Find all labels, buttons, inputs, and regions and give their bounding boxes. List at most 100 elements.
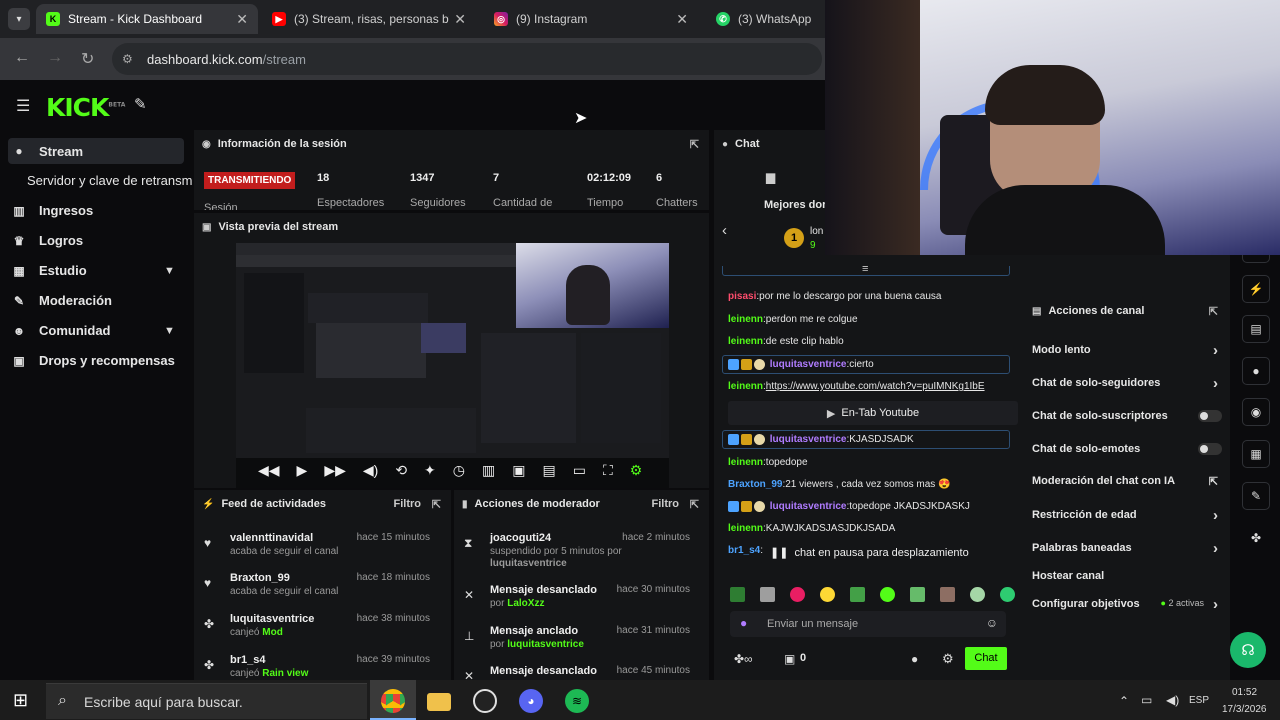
spotify-icon[interactable]: ≋ [565, 689, 589, 713]
action-emotes-only[interactable]: Chat de solo-emotes [1032, 443, 1222, 455]
play-icon[interactable]: ▶ [297, 462, 308, 479]
loop-icon[interactable]: ⟲ [395, 462, 407, 479]
emote-icon[interactable] [910, 587, 925, 602]
wrench-icon[interactable]: ✎ [1242, 482, 1270, 510]
file-explorer-icon[interactable] [427, 693, 451, 711]
settings-icon[interactable]: ⚙ [942, 651, 954, 667]
tab-kick-dashboard[interactable]: K Stream - Kick Dashboard ✕ [36, 4, 258, 34]
close-icon[interactable]: ✕ [236, 11, 248, 28]
windows-start-icon[interactable]: ⊞ [13, 690, 28, 711]
popout-icon[interactable]: ⇱ [432, 498, 441, 511]
chat-bubble-icon[interactable]: ● [911, 652, 918, 666]
emote-icon[interactable] [760, 587, 775, 602]
clock-date[interactable]: 17/3/2026 [1222, 704, 1267, 715]
action-host-channel[interactable]: Hostear canal [1032, 570, 1222, 582]
broadcast-icon[interactable]: ◉ [1242, 398, 1270, 426]
toggle-switch[interactable] [1198, 443, 1222, 455]
emoji-icon[interactable]: ☺ [986, 616, 998, 630]
effects-icon[interactable]: ✦ [424, 462, 436, 479]
tab-whatsapp[interactable]: ✆ (3) WhatsApp [706, 4, 825, 34]
filter-button[interactable]: Filtro [394, 498, 422, 510]
action-goals[interactable]: Configurar objetivos ● 2 activas › [1032, 596, 1222, 613]
popout-icon[interactable]: ⇱ [690, 498, 699, 511]
note-icon[interactable]: ▤ [1242, 315, 1270, 343]
chrome-icon[interactable] [381, 689, 405, 713]
fullscreen-icon[interactable]: ⛶ [603, 462, 613, 479]
stream-preview-video[interactable] [236, 243, 669, 488]
obs-icon[interactable] [473, 689, 497, 713]
sidebar-item-ingresos[interactable]: ▥ Ingresos [12, 203, 93, 218]
sidebar-item-drops[interactable]: ▣ Drops y recompensas [12, 353, 175, 368]
pip-icon[interactable]: ▣ [512, 462, 525, 479]
discord-icon[interactable]: ◕ [519, 689, 543, 713]
chevron-left-icon[interactable]: ‹ [722, 222, 727, 239]
users-icon[interactable]: ✤∞ [734, 652, 753, 666]
chevron-up-icon[interactable]: ⌃ [1119, 694, 1129, 708]
screen-icon[interactable]: ▤ [542, 462, 555, 479]
emote-icon[interactable] [730, 587, 745, 602]
sidebar-item-logros[interactable]: ♛ Logros [12, 233, 83, 248]
volume-icon[interactable]: ◀) [363, 462, 378, 479]
menu-icon[interactable]: ☰ [16, 96, 30, 116]
chat-icon[interactable]: ● [1242, 357, 1270, 385]
action-subscribers-only[interactable]: Chat de solo-suscriptores [1032, 410, 1222, 422]
tab-instagram[interactable]: ◎ (9) Instagram ✕ [484, 4, 698, 34]
emote-icon[interactable] [880, 587, 895, 602]
sidebar-item-moderacion[interactable]: ✎ Moderación [12, 293, 112, 308]
sidebar-item-stream[interactable]: ● Stream [8, 138, 184, 164]
language-indicator[interactable]: ESP [1189, 695, 1209, 706]
volume-icon[interactable]: ◀) [1166, 693, 1179, 707]
forward-icon[interactable]: → [47, 49, 63, 67]
close-icon[interactable]: ✕ [676, 11, 688, 28]
clock-time[interactable]: 01:52 [1232, 687, 1257, 698]
caption-icon[interactable]: ▭ [573, 462, 586, 479]
url-bar[interactable]: ⚙ dashboard.kick.com/stream [112, 43, 822, 75]
chat-paused-notice[interactable]: ❚❚ chat en pausa para desplazamiento [764, 546, 975, 559]
emote-icon[interactable] [970, 587, 985, 602]
emote-icon[interactable] [850, 587, 865, 602]
filter-button[interactable]: Filtro [652, 498, 680, 510]
popout-icon[interactable]: ⇱ [690, 138, 699, 151]
popout-icon[interactable]: ⇱ [1209, 305, 1218, 318]
table-icon[interactable]: ▦ [1242, 440, 1270, 468]
kick-logo[interactable]: KICKBETA [46, 93, 125, 122]
chat-input[interactable]: ● Enviar un mensaje ☺ [730, 611, 1006, 637]
speed-icon[interactable]: ◷ [453, 462, 465, 479]
stats-icon[interactable]: ▥ [482, 462, 495, 479]
taskbar-search[interactable]: ⌕ Escribe aquí para buscar. [46, 683, 367, 719]
feed-user[interactable]: valennttinavidal [230, 532, 313, 544]
emote-icon[interactable] [820, 587, 835, 602]
back-icon[interactable]: ← [14, 49, 30, 67]
feed-user[interactable]: luquitasventrice [230, 613, 314, 625]
action-age-restriction[interactable]: Restricción de edad › [1032, 507, 1222, 524]
lightning-icon[interactable]: ⚡ [1242, 275, 1270, 303]
support-icon[interactable]: ☊ [1230, 632, 1266, 668]
sidebar-item-stream-key[interactable]: Servidor y clave de retransm [27, 173, 192, 188]
send-chat-button[interactable]: Chat [965, 647, 1007, 670]
action-slow-mode[interactable]: Modo lento › [1032, 342, 1222, 359]
feed-user[interactable]: Braxton_99 [230, 572, 290, 584]
reload-icon[interactable]: ↻ [81, 49, 94, 69]
action-ai-moderation[interactable]: Moderación del chat con IA ⇱ [1032, 475, 1222, 488]
gift-icon[interactable]: ▣ [784, 652, 795, 666]
sidebar-item-comunidad[interactable]: ☻ Comunidad ▼ [12, 323, 188, 338]
pin-icon[interactable]: ✎ [134, 95, 147, 113]
forward-icon[interactable]: ▶▶ [324, 462, 346, 479]
close-icon[interactable]: ✕ [454, 11, 466, 28]
sidebar-item-estudio[interactable]: ▦ Estudio ▼ [12, 263, 188, 278]
mic-icon[interactable]: ● [740, 616, 747, 630]
emote-icon[interactable] [790, 587, 805, 602]
action-followers-only[interactable]: Chat de solo-seguidores › [1032, 375, 1222, 392]
users-icon[interactable]: ✤ [1242, 524, 1270, 552]
toggle-switch[interactable] [1198, 410, 1222, 422]
site-info-icon[interactable]: ⚙ [122, 52, 133, 66]
action-banned-words[interactable]: Palabras baneadas › [1032, 540, 1222, 557]
rewind-icon[interactable]: ◀◀ [258, 462, 280, 479]
emote-icon[interactable] [940, 587, 955, 602]
embed-youtube-button[interactable]: ▶ En-Tab Youtube [728, 401, 1018, 425]
feed-user[interactable]: br1_s4 [230, 654, 265, 666]
settings-icon[interactable]: ⚙ [630, 462, 643, 479]
tab-search-button[interactable]: ▾ [8, 8, 30, 30]
rail-button[interactable] [1242, 255, 1270, 263]
trash-icon[interactable]: ▆ [766, 170, 775, 184]
